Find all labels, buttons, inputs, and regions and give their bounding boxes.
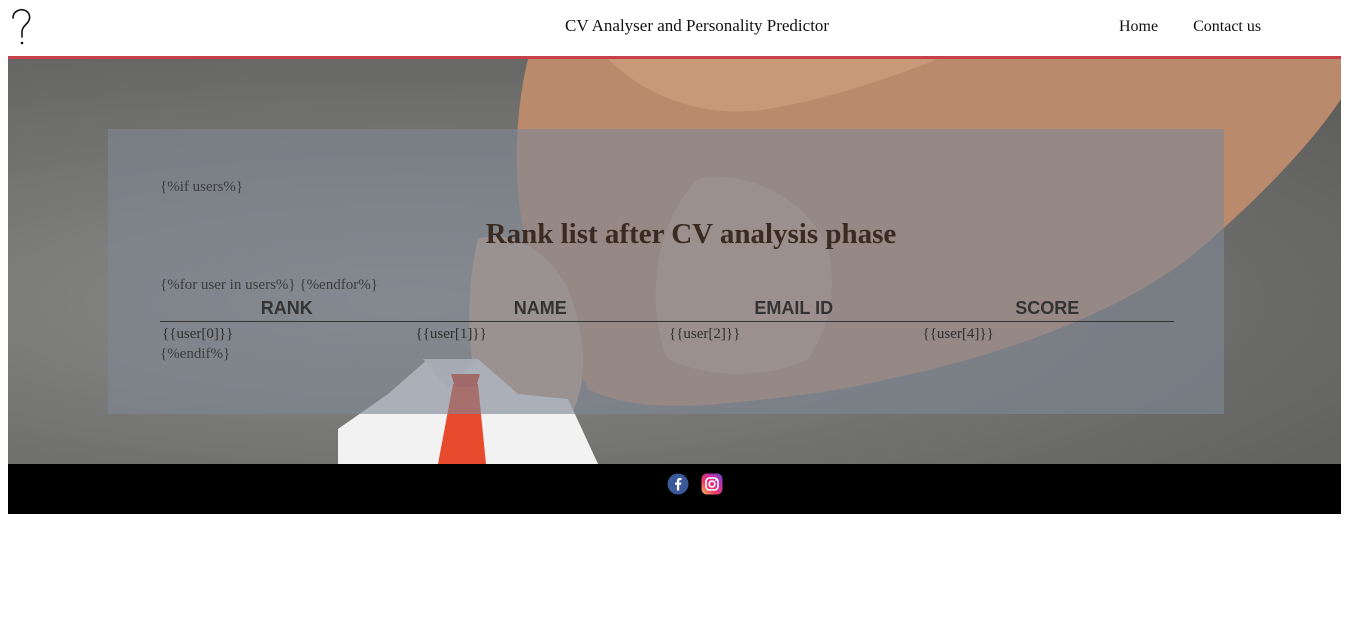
social-links — [667, 473, 723, 495]
cell-email: {{user[2]}} — [669, 326, 741, 342]
hero-section: {%if users%} Rank list after CV analysis… — [8, 59, 1341, 464]
column-header-rank: RANK — [160, 295, 414, 322]
facebook-icon[interactable] — [667, 473, 689, 495]
nav-contact-link[interactable]: Contact us — [1193, 18, 1261, 36]
column-header-email: EMAIL ID — [667, 295, 921, 322]
column-header-name: NAME — [413, 295, 667, 322]
cell-name: {{user[1]}} — [415, 326, 487, 342]
cell-score: {{user[4]}} — [922, 326, 994, 342]
rank-list-panel: {%if users%} Rank list after CV analysis… — [108, 129, 1224, 414]
main-nav: Home Contact us — [1119, 18, 1261, 36]
site-footer — [8, 464, 1341, 514]
instagram-icon[interactable] — [701, 473, 723, 495]
template-endif-text: {%endif%} — [160, 346, 231, 362]
template-for-text: {%for user in users%} {%endfor%} — [160, 277, 378, 293]
column-header-score: SCORE — [920, 295, 1174, 322]
table-header-row: RANK NAME EMAIL ID SCORE — [160, 295, 1174, 322]
table-row: {{user[0]}} {{user[1]}} {{user[2]}} {{us… — [160, 322, 1174, 343]
cell-rank: {{user[0]}} — [162, 326, 234, 342]
template-if-text: {%if users%} — [160, 179, 244, 195]
rank-list-heading: Rank list after CV analysis phase — [485, 218, 897, 250]
question-mark-logo-icon[interactable] — [9, 8, 37, 48]
site-title: CV Analyser and Personality Predictor — [565, 16, 830, 35]
site-header: CV Analyser and Personality Predictor Ho… — [0, 0, 1366, 57]
rank-table: RANK NAME EMAIL ID SCORE {{user[0]}} {{u… — [160, 295, 1174, 343]
nav-home-link[interactable]: Home — [1119, 18, 1158, 36]
